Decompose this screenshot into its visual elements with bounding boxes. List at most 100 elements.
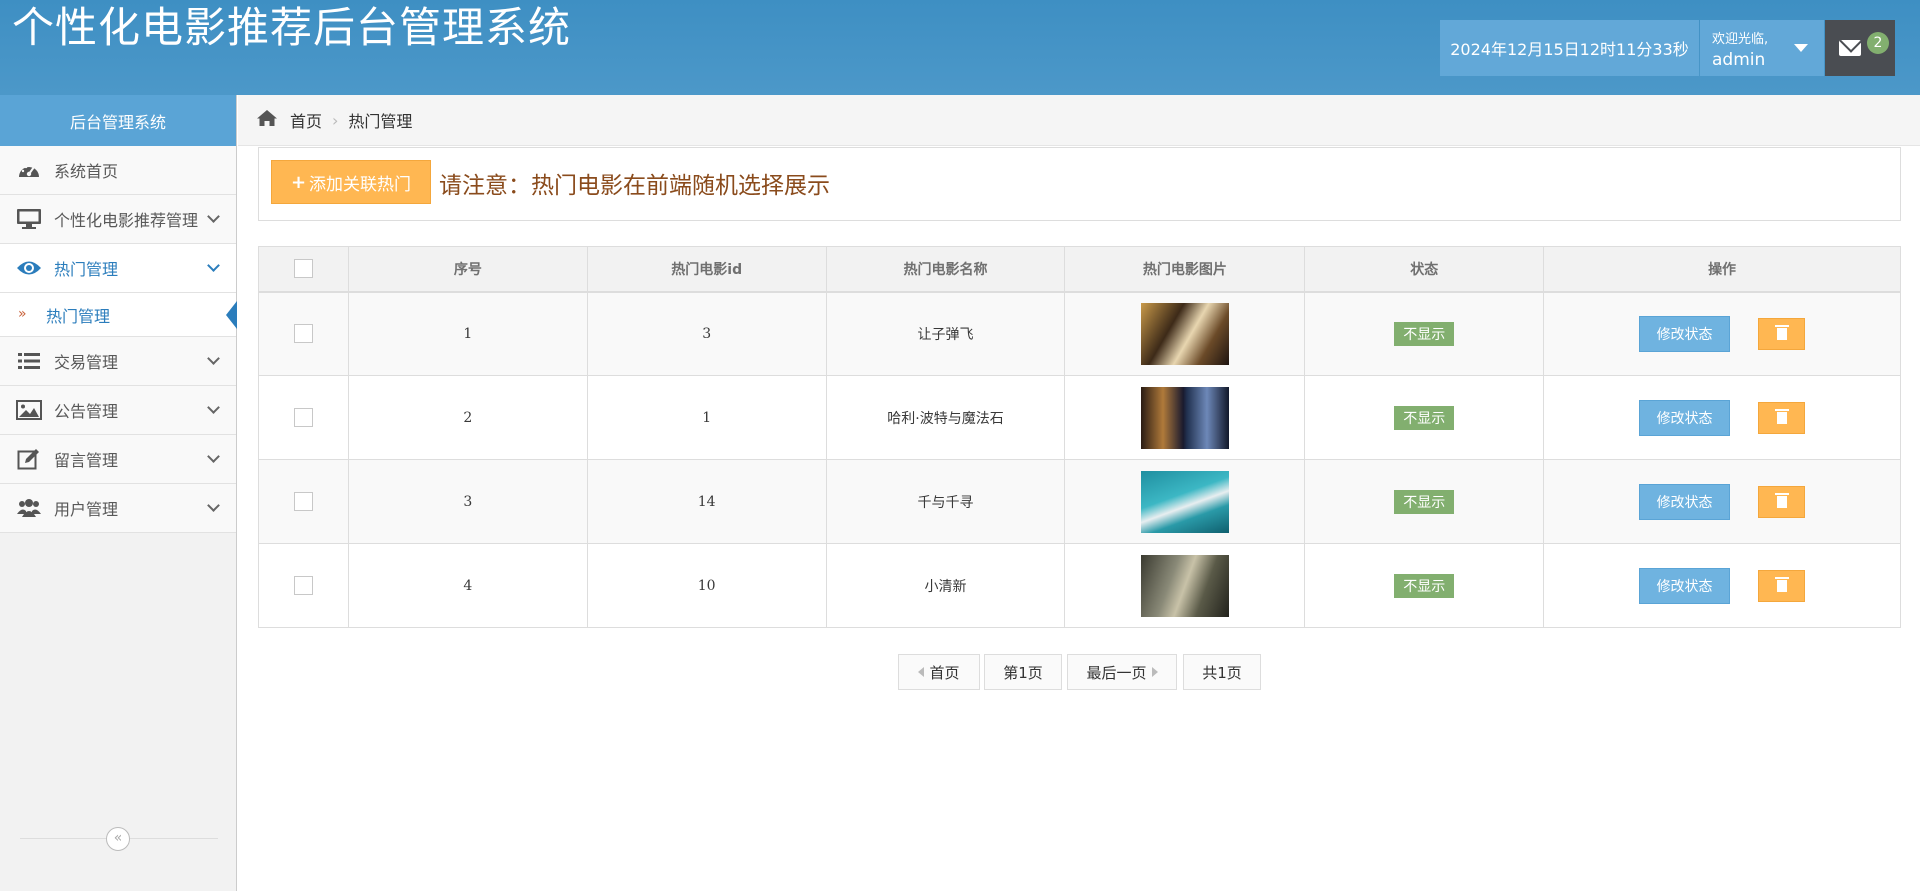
caret-left-icon: [918, 667, 925, 677]
sidebar-item-transactions[interactable]: 交易管理: [0, 337, 236, 386]
movie-id-cell: 1: [586, 375, 827, 460]
top-navbar: 个性化电影推荐后台管理系统 2024年12月15日12时11分33秒 欢迎光临,…: [0, 0, 1920, 95]
collapse-sidebar-icon[interactable]: «: [106, 827, 130, 851]
row-checkbox[interactable]: [293, 492, 313, 511]
chevron-down-icon: [207, 259, 220, 272]
status-badge: 不显示: [1394, 489, 1455, 514]
chevron-down-icon: [207, 450, 220, 463]
eye-icon: [14, 257, 44, 279]
table-row: 3 14 千与千寻 不显示 修改状态: [258, 459, 1901, 544]
column-header: 序号: [347, 246, 588, 293]
table-row: 2 1 哈利·波特与魔法石 不显示 修改状态: [258, 375, 1901, 460]
sidebar-item-users[interactable]: 用户管理: [0, 484, 236, 533]
sidebar: 后台管理系统 系统首页 个性化电影推荐管理 热门管理 » 热门管理 交易管理 公…: [0, 95, 237, 891]
double-chevron-icon: »: [18, 306, 27, 322]
edit-status-button[interactable]: 修改状态: [1639, 315, 1731, 352]
current-page-button[interactable]: 第1页: [984, 654, 1062, 690]
sidebar-item-label: 个性化电影推荐管理: [54, 211, 199, 230]
breadcrumb: 首页 › 热门管理: [238, 95, 1920, 146]
message-count-badge: 2: [1867, 32, 1889, 54]
trash-icon: [1775, 576, 1790, 592]
first-page-button[interactable]: 首页: [898, 654, 980, 690]
welcome-text: 欢迎光临,: [1712, 32, 1769, 47]
current-page-label: 第1页: [1003, 663, 1043, 682]
trash-icon: [1775, 408, 1790, 424]
trash-icon: [1775, 492, 1790, 508]
status-badge: 不显示: [1394, 321, 1455, 346]
first-page-label: 首页: [929, 663, 960, 682]
caret-right-icon: [1151, 667, 1158, 677]
home-icon[interactable]: [256, 109, 278, 131]
sidebar-item-messages[interactable]: 留言管理: [0, 435, 236, 484]
hot-movies-table: 序号 热门电影id 热门电影名称 热门电影图片 状态 操作 1 3 让子弹飞 不…: [258, 246, 1901, 628]
breadcrumb-separator-icon: ›: [332, 110, 339, 130]
row-checkbox[interactable]: [293, 576, 313, 595]
movie-poster-thumbnail: [1140, 554, 1229, 617]
row-checkbox[interactable]: [293, 408, 313, 427]
sidebar-item-label: 系统首页: [54, 162, 119, 181]
select-all-checkbox[interactable]: [293, 259, 313, 279]
delete-button[interactable]: [1758, 317, 1806, 350]
chevron-down-icon: [207, 401, 220, 414]
movie-name-cell: 千与千寻: [825, 459, 1066, 544]
messages-button[interactable]: 2: [1825, 20, 1895, 76]
notice-text: 请注意：热门电影在前端随机选择展示: [439, 173, 830, 199]
movie-id-cell: 14: [586, 459, 827, 544]
sidebar-subitem-label: 热门管理: [46, 306, 111, 326]
table-header-row: 序号 热门电影id 热门电影名称 热门电影图片 状态 操作: [258, 246, 1901, 293]
column-header: 状态: [1304, 246, 1545, 293]
sidebar-subitem-hot[interactable]: » 热门管理: [0, 293, 237, 337]
edit-status-button[interactable]: 修改状态: [1639, 567, 1731, 604]
status-badge: 不显示: [1394, 573, 1455, 598]
movie-id-cell: 10: [586, 543, 827, 628]
sidebar-item-dashboard[interactable]: 系统首页: [0, 146, 236, 195]
movie-id-cell: 3: [586, 291, 827, 376]
delete-button[interactable]: [1758, 569, 1806, 602]
edit-status-button[interactable]: 修改状态: [1639, 483, 1731, 520]
app-title: 个性化电影推荐后台管理系统: [12, 3, 572, 52]
envelope-icon: [1839, 40, 1861, 56]
sidebar-item-label: 交易管理: [54, 353, 119, 372]
dashboard-icon: [14, 159, 44, 181]
user-menu[interactable]: 欢迎光临, admin: [1700, 20, 1824, 76]
breadcrumb-current: 热门管理: [348, 112, 413, 131]
chevron-down-icon: [207, 352, 220, 365]
sidebar-item-announcements[interactable]: 公告管理: [0, 386, 236, 435]
chevron-down-icon: [207, 499, 220, 512]
breadcrumb-home-link[interactable]: 首页: [290, 108, 322, 132]
caret-down-icon: [1794, 44, 1808, 52]
seq-cell: 1: [347, 291, 588, 376]
users-icon: [14, 497, 44, 519]
movie-poster-thumbnail: [1140, 302, 1229, 365]
status-badge: 不显示: [1394, 405, 1455, 430]
movie-poster-thumbnail: [1140, 386, 1229, 449]
row-checkbox[interactable]: [293, 324, 313, 344]
last-page-label: 最后一页: [1086, 663, 1147, 682]
sidebar-item-hot[interactable]: 热门管理: [0, 244, 236, 293]
sidebar-item-label: 留言管理: [54, 451, 119, 470]
column-header: 热门电影id: [586, 246, 827, 293]
edit-status-button[interactable]: 修改状态: [1639, 399, 1731, 436]
table-row: 1 3 让子弹飞 不显示 修改状态: [258, 291, 1901, 376]
trash-icon: [1775, 324, 1790, 340]
datetime-display: 2024年12月15日12时11分33秒: [1440, 20, 1699, 76]
delete-button[interactable]: [1758, 485, 1806, 518]
movie-name-cell: 哈利·波特与魔法石: [825, 375, 1066, 460]
movie-name-cell: 让子弹飞: [825, 291, 1066, 376]
add-hot-button[interactable]: + 添加关联热门: [271, 160, 431, 204]
seq-cell: 3: [347, 459, 588, 544]
image-icon: [14, 399, 44, 421]
column-header: 操作: [1543, 246, 1901, 293]
sidebar-item-recommendation[interactable]: 个性化电影推荐管理: [0, 195, 236, 244]
toolbar-panel: + 添加关联热门 请注意：热门电影在前端随机选择展示: [258, 147, 1901, 221]
plus-icon: +: [290, 171, 307, 193]
active-pointer: [226, 301, 237, 329]
sidebar-item-label: 公告管理: [54, 402, 119, 421]
delete-button[interactable]: [1758, 401, 1806, 434]
last-page-button[interactable]: 最后一页: [1067, 654, 1177, 690]
pagination: 首页 第1页 最后一页 共1页: [0, 654, 1920, 690]
edit-icon: [14, 448, 44, 470]
list-icon: [14, 350, 44, 372]
select-all-cell: [258, 246, 349, 293]
total-pages: 共1页: [1183, 654, 1261, 690]
